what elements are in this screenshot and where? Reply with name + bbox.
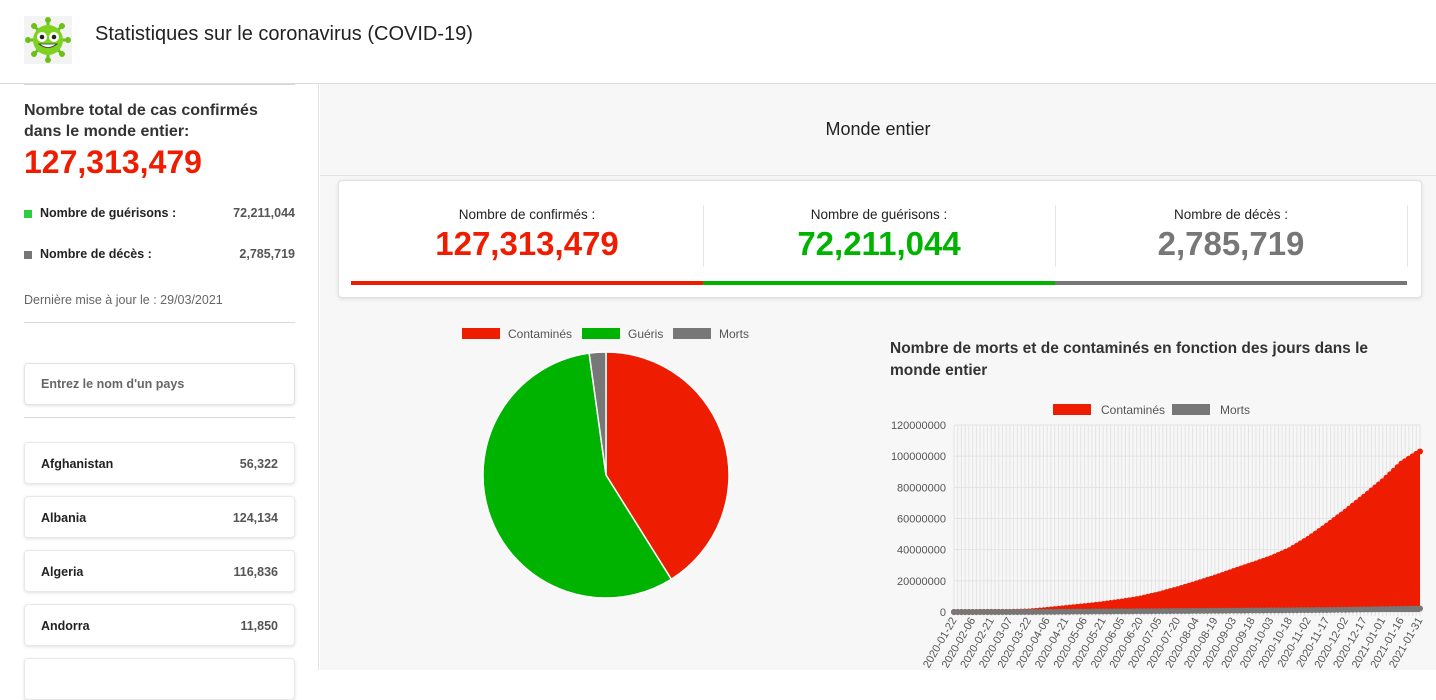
kpi-label: Nombre de guérisons : [810,207,948,222]
y-tick-label: 80000000 [897,482,946,494]
page-title: Monde entier [825,119,931,139]
kpi-bar [703,281,1055,285]
sidebar: Nombre total de cas confirmés dans le mo… [0,84,319,700]
country-name: Algeria [41,565,84,579]
recovered-stat: Nombre de guérisons : 72,211,044 [24,205,295,225]
kpi-recovered: Nombre de guérisons : 72,211,044 [703,181,1055,285]
recovered-legend-square [24,210,32,218]
kpi-bar [1055,281,1407,285]
country-name: Andorra [41,619,90,633]
kpi-deaths: Nombre de décès : 2,785,719 [1055,181,1407,285]
country-name: Albania [41,511,87,525]
y-tick-label: 60000000 [897,514,946,526]
divider [24,417,295,418]
legend-label: Contaminés [508,327,573,341]
country-item[interactable]: Afghanistan 56,322 [24,442,295,484]
app-title: Statistiques sur le coronavirus (COVID-1… [95,23,473,45]
divider [24,84,295,85]
kpi-card: Nombre de confirmés : 127,313,479 Nombre… [338,180,1422,298]
country-name: Afghanistan [41,457,114,471]
country-item[interactable]: Andorra 11,850 [24,604,295,646]
divider [320,175,1436,176]
deaths-stat: Nombre de décès : 2,785,719 [24,246,295,266]
legend-label: Guéris [628,327,664,341]
country-item[interactable]: Algeria 116,836 [24,550,295,592]
country-cases: 116,836 [233,565,279,579]
main-panel: Monde entier Nombre de confirmés : 127,3… [320,84,1436,670]
country-item[interactable] [24,658,295,700]
line-chart-title: Nombre de morts et de contaminés en fonc… [890,340,1369,379]
kpi-label: Nombre de décès : [1173,207,1289,222]
kpi-label: Nombre de confirmés : [458,207,596,222]
legend-label: Morts [719,327,749,341]
recovered-value: 72,211,044 [233,206,295,220]
virus-mascot-icon [24,16,72,64]
legend-swatch [673,328,711,339]
y-tick-label: 0 [940,607,946,619]
legend-swatch [462,328,500,339]
legend-swatch [582,328,620,339]
country-search-input[interactable] [24,363,295,405]
deaths-label: Nombre de décès : [40,247,152,261]
kpi-value: 127,313,479 [435,225,619,262]
pie-chart [482,351,730,599]
deaths-legend-square [24,251,32,259]
country-item[interactable]: Albania 124,134 [24,496,295,538]
country-cases: 56,322 [239,457,278,471]
total-cases-value: 127,313,479 [24,144,202,180]
y-tick-label: 100000000 [891,451,946,463]
last-updated: Dernière mise à jour le : 29/03/2021 [24,293,223,307]
y-tick-label: 20000000 [897,576,946,588]
divider [1407,205,1408,267]
y-tick-label: 120000000 [891,420,946,432]
kpi-value: 72,211,044 [797,225,961,262]
data-point[interactable] [1417,605,1423,612]
kpi-bar [351,281,703,285]
kpi-value: 2,785,719 [1157,225,1305,262]
country-cases: 11,850 [240,619,278,633]
line-chart: 120000000 100000000 80000000 60000000 400000… [891,420,1426,670]
kpi-confirmed: Nombre de confirmés : 127,313,479 [351,181,703,285]
top-bar: Statistiques sur le coronavirus (COVID-1… [0,0,1436,84]
recovered-label: Nombre de guérisons : [40,206,177,220]
deaths-value: 2,785,719 [239,247,295,261]
country-cases: 124,134 [232,511,278,525]
data-point[interactable] [1417,448,1423,455]
y-tick-label: 40000000 [897,545,946,557]
total-cases-label: Nombre total de cas confirmés dans le mo… [24,102,258,140]
divider [24,322,295,323]
